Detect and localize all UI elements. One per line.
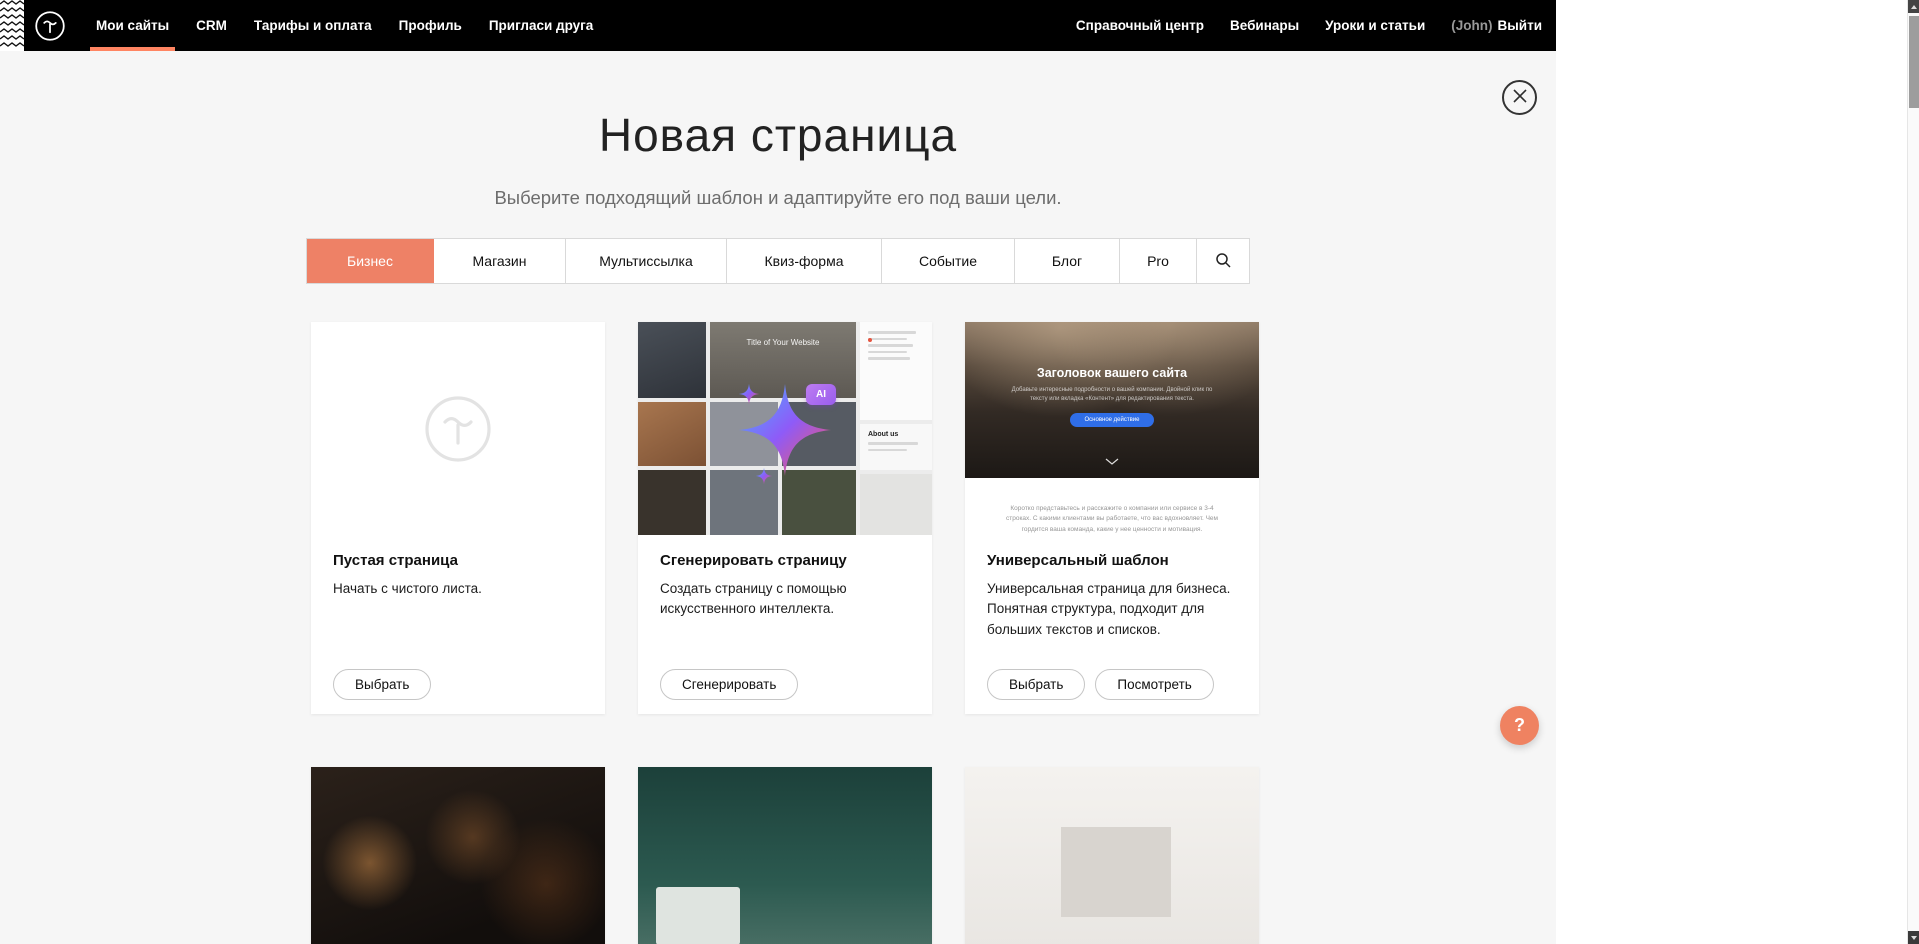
template-card-4[interactable] xyxy=(311,767,605,944)
collage-tile xyxy=(860,474,932,535)
scrollbar-thumb[interactable] xyxy=(1909,16,1919,108)
collage-tile xyxy=(638,470,706,535)
help-button[interactable]: ? xyxy=(1500,706,1539,745)
preview-hero: Заголовок вашего сайта Добавьте интересн… xyxy=(965,322,1259,478)
logout-label: Выйти xyxy=(1498,18,1543,33)
card-title: Универсальный шаблон xyxy=(987,552,1237,569)
tab-quiz[interactable]: Квиз-форма xyxy=(727,239,882,283)
tilda-watermark-icon xyxy=(422,393,494,465)
ai-badge: AI xyxy=(806,384,836,405)
collage-tile xyxy=(638,322,706,398)
nav-my-sites[interactable]: Мои сайты xyxy=(96,0,169,51)
template-category-tabs: Бизнес Магазин Мультиссылка Квиз-форма С… xyxy=(306,238,1250,284)
choose-universal-button[interactable]: Выбрать xyxy=(987,669,1085,700)
scrollbar[interactable] xyxy=(1907,0,1919,944)
page-subtitle: Выберите подходящий шаблон и адаптируйте… xyxy=(0,187,1556,209)
zigzag-decoration xyxy=(0,0,24,51)
card-actions: Выбрать Посмотреть xyxy=(987,669,1214,700)
choose-blank-button[interactable]: Выбрать xyxy=(333,669,431,700)
template-card-5[interactable] xyxy=(638,767,932,944)
template-card-blank[interactable]: Пустая страница Начать с чистого листа. … xyxy=(311,322,605,714)
template-6-preview xyxy=(965,767,1259,944)
ai-collage-preview: About us Title of Your Website xyxy=(638,322,932,535)
nav-logout[interactable]: (John) Выйти xyxy=(1451,0,1542,51)
collage-site-title: Title of Your Website xyxy=(710,338,856,347)
search-icon xyxy=(1215,252,1231,271)
collage-tile: About us xyxy=(860,424,932,470)
view-universal-button[interactable]: Посмотреть xyxy=(1095,669,1213,700)
tab-multilink[interactable]: Мультиссылка xyxy=(566,239,727,283)
collage-about-label: About us xyxy=(868,431,924,438)
card-actions: Выбрать xyxy=(333,669,431,700)
card-description: Создать страницу с помощью искусственног… xyxy=(660,579,910,620)
collage-tile xyxy=(710,470,778,535)
scroll-down-arrow[interactable] xyxy=(1908,931,1919,944)
nav-lessons[interactable]: Уроки и статьи xyxy=(1325,0,1425,51)
nav-help-center[interactable]: Справочный центр xyxy=(1076,0,1204,51)
nav-pricing[interactable]: Тарифы и оплата xyxy=(254,0,372,51)
user-name: (John) xyxy=(1451,18,1492,33)
card-actions: Сгенерировать xyxy=(660,669,798,700)
tilda-logo[interactable] xyxy=(34,10,66,42)
universal-template-preview: Заголовок вашего сайта Добавьте интересн… xyxy=(965,322,1259,535)
template-grid-row-2 xyxy=(311,767,1259,944)
nav-webinars[interactable]: Вебинары xyxy=(1230,0,1299,51)
page: Мои сайты CRM Тарифы и оплата Профиль Пр… xyxy=(0,0,1556,944)
card-title: Пустая страница xyxy=(333,552,583,569)
secondary-nav: Справочный центр Вебинары Уроки и статьи… xyxy=(1050,0,1542,51)
collage-tile xyxy=(638,402,706,466)
tab-blog[interactable]: Блог xyxy=(1015,239,1120,283)
topbar: Мои сайты CRM Тарифы и оплата Профиль Пр… xyxy=(0,0,1556,51)
nav-profile[interactable]: Профиль xyxy=(399,0,462,51)
preview-detail xyxy=(656,887,740,944)
card-title: Сгенерировать страницу xyxy=(660,552,910,569)
template-5-preview xyxy=(638,767,932,944)
template-card-6[interactable] xyxy=(965,767,1259,944)
app-window: Мои сайты CRM Тарифы и оплата Профиль Пр… xyxy=(0,0,1919,944)
preview-cta-button: Основное действие xyxy=(1070,413,1155,427)
preview-detail xyxy=(1061,827,1171,917)
close-button[interactable] xyxy=(1502,80,1537,115)
nav-invite-friend[interactable]: Пригласи друга xyxy=(489,0,593,51)
blank-preview xyxy=(311,322,605,535)
tab-event[interactable]: Событие xyxy=(882,239,1015,283)
tab-shop[interactable]: Магазин xyxy=(434,239,566,283)
collage-tile xyxy=(710,402,778,466)
main-nav: Мои сайты CRM Тарифы и оплата Профиль Пр… xyxy=(96,0,620,51)
collage-tile xyxy=(782,402,856,466)
template-card-universal[interactable]: Заголовок вашего сайта Добавьте интересн… xyxy=(965,322,1259,714)
page-title: Новая страница xyxy=(0,51,1556,162)
card-description: Универсальная страница для бизнеса. Поня… xyxy=(987,579,1237,640)
generate-button[interactable]: Сгенерировать xyxy=(660,669,798,700)
template-grid-row-1: Пустая страница Начать с чистого листа. … xyxy=(311,322,1259,714)
tab-search[interactable] xyxy=(1197,239,1249,283)
card-body: Пустая страница Начать с чистого листа. xyxy=(311,535,605,599)
collage-tile xyxy=(782,470,856,535)
preview-hero-subtitle: Добавьте интересные подробности о вашей … xyxy=(1006,386,1218,404)
nav-crm[interactable]: CRM xyxy=(196,0,227,51)
card-body: Сгенерировать страницу Создать страницу … xyxy=(638,535,932,620)
card-description: Начать с чистого листа. xyxy=(333,579,583,599)
tab-pro[interactable]: Pro xyxy=(1120,239,1197,283)
preview-body-text: Коротко представьтесь и расскажите о ком… xyxy=(998,504,1226,535)
collage-tile xyxy=(860,322,932,420)
preview-hero-title: Заголовок вашего сайта xyxy=(965,366,1259,380)
card-body: Универсальный шаблон Универсальная стран… xyxy=(965,535,1259,640)
template-card-ai-generate[interactable]: About us Title of Your Website xyxy=(638,322,932,714)
tab-business[interactable]: Бизнес xyxy=(307,239,434,283)
close-icon xyxy=(1513,89,1527,106)
main-content: Новая страница Выберите подходящий шабло… xyxy=(0,51,1556,944)
scroll-up-arrow[interactable] xyxy=(1908,0,1919,13)
chevron-down-icon xyxy=(1105,452,1119,470)
template-4-preview xyxy=(311,767,605,944)
